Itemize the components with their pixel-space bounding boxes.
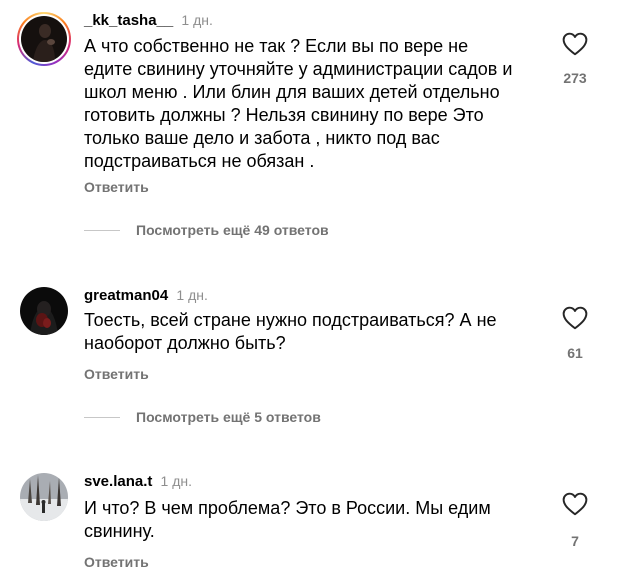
heart-outline-icon[interactable] [562, 306, 588, 330]
like-count: 7 [571, 533, 579, 549]
comment-header: greatman04 1 дн. [84, 286, 208, 305]
timestamp: 1 дн. [160, 473, 193, 489]
avatar[interactable] [20, 287, 68, 335]
like-count: 273 [563, 70, 587, 86]
comment-text: Тоесть, всей стране нужно подстраиваться… [84, 310, 497, 353]
comment-header: sve.lana.t 1 дн. [84, 472, 192, 491]
reply-button[interactable]: Ответить [84, 554, 149, 570]
avatar[interactable] [20, 473, 68, 521]
comment-text: А что собственно не так ? Если вы по вер… [84, 36, 513, 171]
timestamp: 1 дн. [181, 12, 213, 28]
heart-outline-icon[interactable] [562, 32, 588, 56]
reply-button[interactable]: Ответить [84, 179, 149, 195]
divider [84, 416, 120, 418]
username[interactable]: _kk_tasha__ [84, 12, 173, 29]
avatar[interactable] [17, 12, 71, 66]
view-replies-button[interactable]: Посмотреть ещё 5 ответов [84, 409, 321, 425]
username[interactable]: sve.lana.t [84, 473, 152, 490]
username[interactable]: greatman04 [84, 287, 168, 304]
reply-button[interactable]: Ответить [84, 366, 149, 382]
view-replies-label: Посмотреть ещё 49 ответов [136, 222, 329, 238]
comment-text: И что? В чем проблема? Это в России. Мы … [84, 498, 491, 541]
timestamp: 1 дн. [176, 287, 208, 303]
view-replies-button[interactable]: Посмотреть ещё 49 ответов [84, 222, 329, 238]
divider [84, 229, 120, 231]
heart-outline-icon[interactable] [562, 492, 588, 516]
like-count: 61 [567, 345, 583, 361]
view-replies-label: Посмотреть ещё 5 ответов [136, 409, 321, 425]
comment-header: _kk_tasha__ 1 дн. [84, 11, 213, 30]
